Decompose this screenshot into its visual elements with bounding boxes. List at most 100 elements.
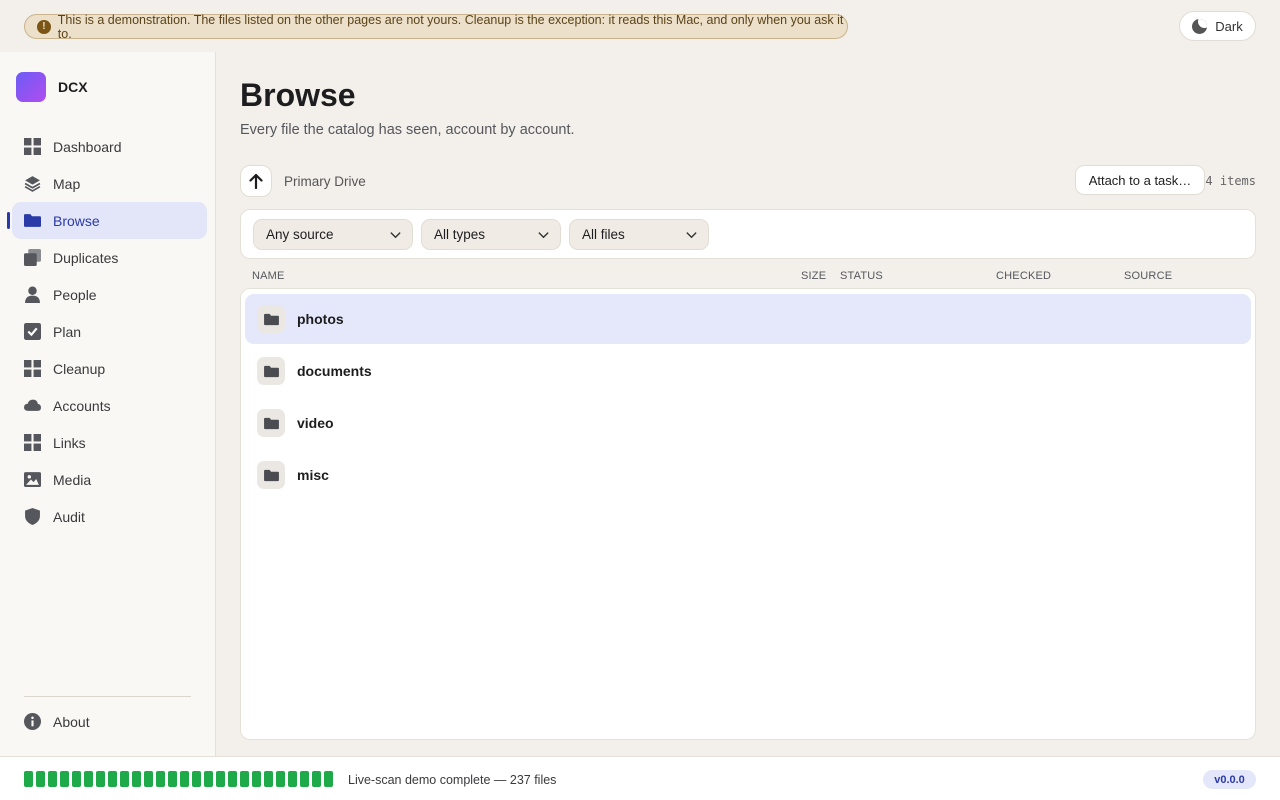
progress-segment bbox=[192, 771, 201, 787]
version-badge: v0.0.0 bbox=[1203, 770, 1256, 789]
progress-segment bbox=[36, 771, 45, 787]
filter-bar: Any source All types All files bbox=[240, 209, 1256, 259]
moon-icon bbox=[1192, 18, 1208, 34]
source-filter-select[interactable]: Any source bbox=[253, 219, 413, 250]
status-footer: Live-scan demo complete — 237 files v0.0… bbox=[0, 756, 1280, 800]
info-icon bbox=[24, 713, 41, 730]
sidebar-item-people[interactable]: People bbox=[0, 276, 216, 313]
folder-name: video bbox=[297, 415, 334, 431]
column-size[interactable]: SIZE bbox=[801, 270, 826, 282]
table-row[interactable]: video bbox=[245, 398, 1251, 448]
top-bar: ! This is a demonstration. The files lis… bbox=[0, 0, 1280, 52]
chevron-down-icon bbox=[538, 232, 549, 239]
sidebar-item-accounts[interactable]: Accounts bbox=[0, 387, 216, 424]
progress-segment bbox=[60, 771, 69, 787]
grid-icon bbox=[24, 360, 41, 377]
sidebar-item-label: Cleanup bbox=[53, 360, 106, 377]
layers-icon bbox=[24, 175, 41, 192]
image-icon bbox=[24, 471, 41, 488]
progress-segment bbox=[324, 771, 333, 787]
table-row[interactable]: misc bbox=[245, 450, 1251, 500]
sidebar-item-links[interactable]: Links bbox=[0, 424, 216, 461]
sidebar-item-label: Map bbox=[53, 175, 81, 192]
progress-segment bbox=[48, 771, 57, 787]
copy-icon bbox=[24, 249, 41, 266]
sidebar-item-label: Browse bbox=[53, 212, 100, 229]
progress-segment bbox=[252, 771, 261, 787]
sidebar-about: About bbox=[0, 703, 216, 740]
scan-status-text: Live-scan demo complete — 237 files bbox=[348, 773, 557, 787]
sidebar-item-label: Duplicates bbox=[53, 249, 119, 266]
grid-icon bbox=[24, 138, 41, 155]
shield-icon bbox=[24, 508, 41, 525]
table-header: NAME SIZE STATUS CHECKED SOURCE bbox=[252, 270, 1256, 284]
progress-segment bbox=[168, 771, 177, 787]
cloud-icon bbox=[24, 397, 41, 414]
progress-segment bbox=[300, 771, 309, 787]
folder-name: documents bbox=[297, 363, 372, 379]
column-checked[interactable]: CHECKED bbox=[996, 270, 1051, 282]
up-directory-button[interactable] bbox=[240, 165, 272, 197]
folder-icon bbox=[257, 357, 285, 385]
folder-name: misc bbox=[297, 467, 329, 483]
sidebar-item-plan[interactable]: Plan bbox=[0, 313, 216, 350]
progress-segment bbox=[72, 771, 81, 787]
column-name[interactable]: NAME bbox=[252, 270, 285, 282]
progress-segment bbox=[84, 771, 93, 787]
sidebar-item-map[interactable]: Map bbox=[0, 165, 216, 202]
column-status[interactable]: STATUS bbox=[840, 270, 883, 282]
type-filter-select[interactable]: All types bbox=[421, 219, 561, 250]
sidebar: DCX Dashboard Map Browse Duplicates Peop… bbox=[0, 52, 216, 756]
sidebar-item-label: Media bbox=[53, 471, 92, 488]
page-subtitle: Every file the catalog has seen, account… bbox=[240, 122, 575, 138]
sidebar-item-about[interactable]: About bbox=[0, 703, 216, 740]
sidebar-item-label: Dashboard bbox=[53, 138, 122, 155]
progress-segment bbox=[108, 771, 117, 787]
file-list: photos documents video misc bbox=[240, 288, 1256, 740]
column-source[interactable]: SOURCE bbox=[1124, 270, 1172, 282]
sidebar-item-audit[interactable]: Audit bbox=[0, 498, 216, 535]
breadcrumb[interactable]: Primary Drive bbox=[284, 174, 366, 189]
brand[interactable]: DCX bbox=[16, 72, 88, 102]
files-filter-value: All files bbox=[582, 227, 625, 242]
chevron-down-icon bbox=[390, 232, 401, 239]
brand-name: DCX bbox=[58, 79, 88, 95]
sidebar-item-label: Accounts bbox=[53, 397, 111, 414]
sidebar-item-media[interactable]: Media bbox=[0, 461, 216, 498]
sidebar-item-cleanup[interactable]: Cleanup bbox=[0, 350, 216, 387]
folder-icon bbox=[257, 409, 285, 437]
demo-banner: ! This is a demonstration. The files lis… bbox=[24, 13, 848, 41]
sidebar-divider bbox=[24, 696, 191, 697]
progress-segment bbox=[120, 771, 129, 787]
progress-segment bbox=[204, 771, 213, 787]
progress-segment bbox=[276, 771, 285, 787]
main-content: Browse Every file the catalog has seen, … bbox=[240, 52, 1256, 756]
table-row[interactable]: documents bbox=[245, 346, 1251, 396]
sidebar-item-label: About bbox=[53, 713, 90, 730]
folder-icon bbox=[257, 461, 285, 489]
sidebar-item-dashboard[interactable]: Dashboard bbox=[0, 128, 216, 165]
progress-segment bbox=[264, 771, 273, 787]
progress-segment bbox=[216, 771, 225, 787]
person-icon bbox=[24, 286, 41, 303]
source-filter-value: Any source bbox=[266, 227, 334, 242]
progress-segment bbox=[132, 771, 141, 787]
theme-toggle-button[interactable]: Dark bbox=[1179, 11, 1256, 41]
progress-segment bbox=[156, 771, 165, 787]
folder-icon bbox=[24, 212, 41, 229]
sidebar-item-duplicates[interactable]: Duplicates bbox=[0, 239, 216, 276]
page-title: Browse bbox=[240, 77, 356, 113]
progress-segment bbox=[288, 771, 297, 787]
app-logo bbox=[16, 72, 46, 102]
progress-segment bbox=[180, 771, 189, 787]
exclamation-icon: ! bbox=[37, 19, 51, 34]
checkbox-icon bbox=[24, 323, 41, 340]
files-filter-select[interactable]: All files bbox=[569, 219, 709, 250]
sidebar-item-label: Links bbox=[53, 434, 86, 451]
attach-to-task-button[interactable]: Attach to a task… bbox=[1075, 165, 1205, 195]
table-row[interactable]: photos bbox=[245, 294, 1251, 344]
theme-toggle-label: Dark bbox=[1215, 18, 1243, 34]
progress-segment bbox=[144, 771, 153, 787]
sidebar-item-browse[interactable]: Browse bbox=[7, 202, 207, 239]
progress-segment bbox=[96, 771, 105, 787]
